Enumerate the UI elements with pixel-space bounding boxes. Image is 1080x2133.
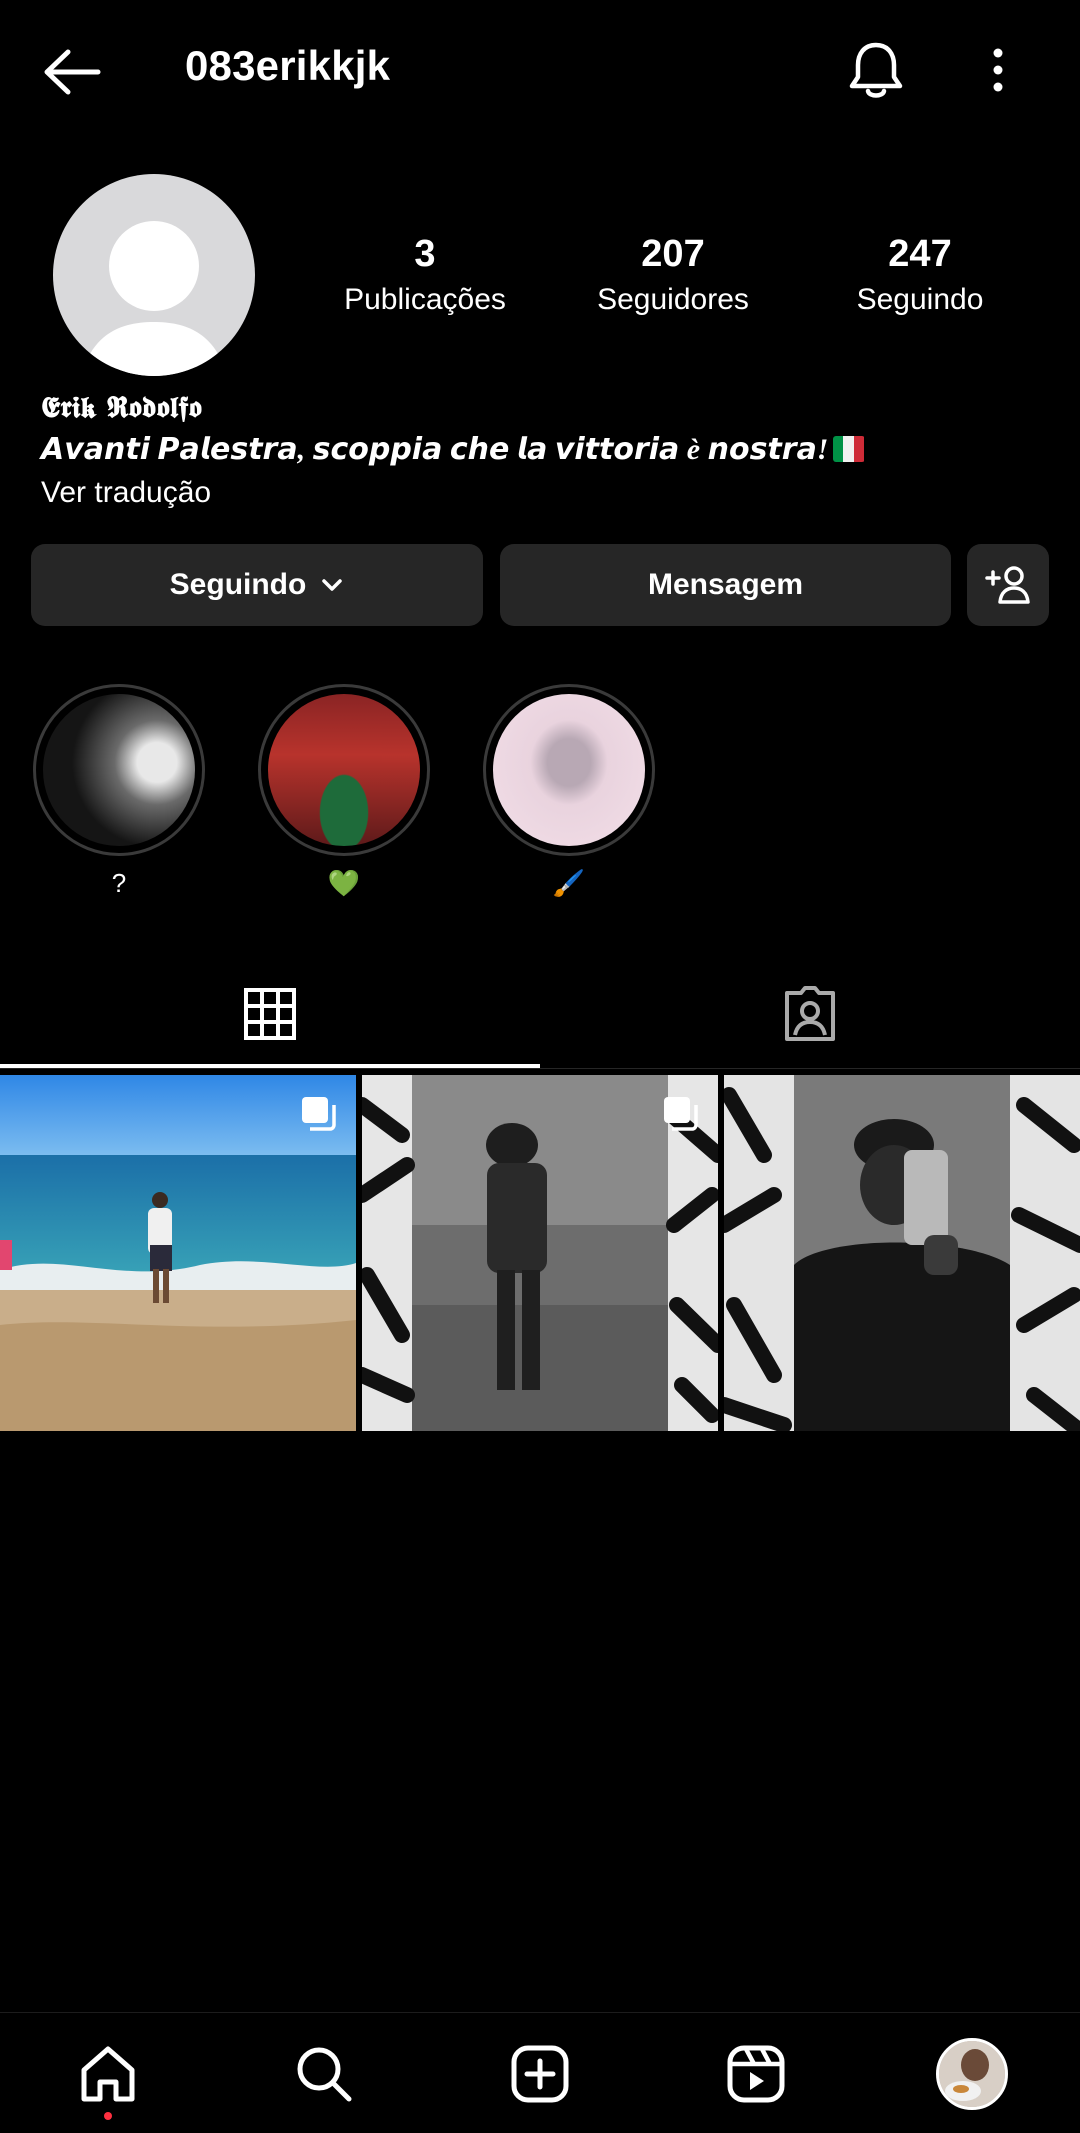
highlight-ring: [33, 684, 205, 856]
tab-posts-grid[interactable]: [0, 960, 540, 1068]
profile-avatar-small: [936, 2038, 1008, 2110]
search-icon: [297, 2047, 352, 2102]
followers-count-value: 207: [641, 233, 705, 275]
nav-search[interactable]: [264, 2030, 384, 2118]
message-button-label: Mensagem: [647, 568, 804, 601]
profile-bio-text: 𝘼𝙫𝙖𝙣𝙩𝙞 𝙋𝙖𝙡𝙚𝙨𝙩𝙧𝙖, 𝙨𝙘𝙤𝙥𝙥𝙞𝙖 𝙘𝙝𝙚 𝙡𝙖 𝙫𝙞𝙩𝙩𝙤𝙧𝙞𝙖…: [41, 433, 829, 466]
post-thumbnail[interactable]: [0, 1075, 356, 1431]
highlight-ring: [483, 684, 655, 856]
followers-count[interactable]: 207 Seguidores: [563, 230, 783, 320]
highlight-caption: 🖌️: [552, 868, 586, 898]
following-button-label: Seguindo: [169, 568, 307, 601]
grid-icon: [244, 988, 296, 1040]
home-icon: [81, 2046, 135, 2102]
message-button[interactable]: Mensagem: [500, 544, 951, 626]
notifications-button[interactable]: [840, 30, 912, 110]
tab-divider: [0, 1068, 1080, 1069]
bottom-nav-divider: [0, 2012, 1080, 2013]
profile-thumb-image: [939, 2041, 1005, 2107]
post-thumbnail[interactable]: [724, 1075, 1080, 1431]
post-thumbnail[interactable]: [362, 1075, 718, 1431]
nav-home[interactable]: [48, 2030, 168, 2118]
tagged-icon: [785, 986, 835, 1041]
profile-bio: 𝘼𝙫𝙖𝙣𝙩𝙞 𝙋𝙖𝙡𝙚𝙨𝙩𝙧𝙖, 𝙨𝙘𝙤𝙥𝙥𝙞𝙖 𝙘𝙝𝙚 𝙡𝙖 𝙫𝙞𝙩𝙩𝙤𝙧𝙞𝙖…: [41, 432, 865, 467]
following-button[interactable]: Seguindo: [31, 544, 483, 626]
reels-icon: [727, 2045, 785, 2103]
highlight-cover-image: [43, 694, 195, 846]
back-button[interactable]: [36, 36, 108, 108]
story-highlight[interactable]: ?: [31, 684, 207, 900]
multiple-photos-icon: [302, 1097, 336, 1131]
highlight-ring: [258, 684, 430, 856]
italy-flag-icon: [832, 436, 865, 462]
following-count-label: Seguindo: [856, 283, 984, 316]
multiple-photos-icon: [664, 1097, 698, 1131]
profile-avatar[interactable]: [53, 174, 255, 376]
arrow-left-icon: [44, 49, 101, 95]
posts-count-label: Publicações: [344, 283, 506, 316]
posts-count-value: 3: [414, 233, 436, 275]
add-person-icon: [985, 566, 1030, 604]
nav-reels[interactable]: [696, 2030, 816, 2118]
create-icon: [511, 2045, 569, 2103]
profile-display-name: 𝕰𝖗𝖎𝖐 𝕽𝖔𝖉𝖔𝖑𝖋𝖔: [41, 390, 202, 424]
tab-tagged[interactable]: [540, 960, 1080, 1068]
post-image: [724, 1075, 1080, 1431]
chevron-down-icon: [322, 579, 343, 591]
followers-count-label: Seguidores: [597, 283, 749, 316]
see-translation-link[interactable]: Ver tradução: [41, 476, 211, 510]
highlight-cover-image: [268, 694, 420, 846]
highlight-caption: 💚: [327, 868, 361, 898]
more-vertical-icon: [993, 48, 1003, 92]
more-options-button[interactable]: [968, 30, 1028, 110]
suggested-users-button[interactable]: [967, 544, 1049, 626]
default-avatar-icon: [81, 221, 227, 376]
story-highlight[interactable]: 💚: [256, 684, 432, 900]
bell-icon: [849, 42, 903, 98]
notification-dot: [104, 2112, 112, 2120]
nav-profile[interactable]: [912, 2030, 1032, 2118]
highlight-caption: ?: [111, 868, 127, 898]
profile-username: 083erikkjk: [185, 42, 391, 89]
highlight-cover-image: [493, 694, 645, 846]
following-count-value: 247: [888, 233, 952, 275]
nav-create[interactable]: [480, 2030, 600, 2118]
story-highlight[interactable]: 🖌️: [481, 684, 657, 900]
posts-count[interactable]: 3 Publicações: [315, 230, 535, 320]
following-count[interactable]: 247 Seguindo: [810, 230, 1030, 320]
